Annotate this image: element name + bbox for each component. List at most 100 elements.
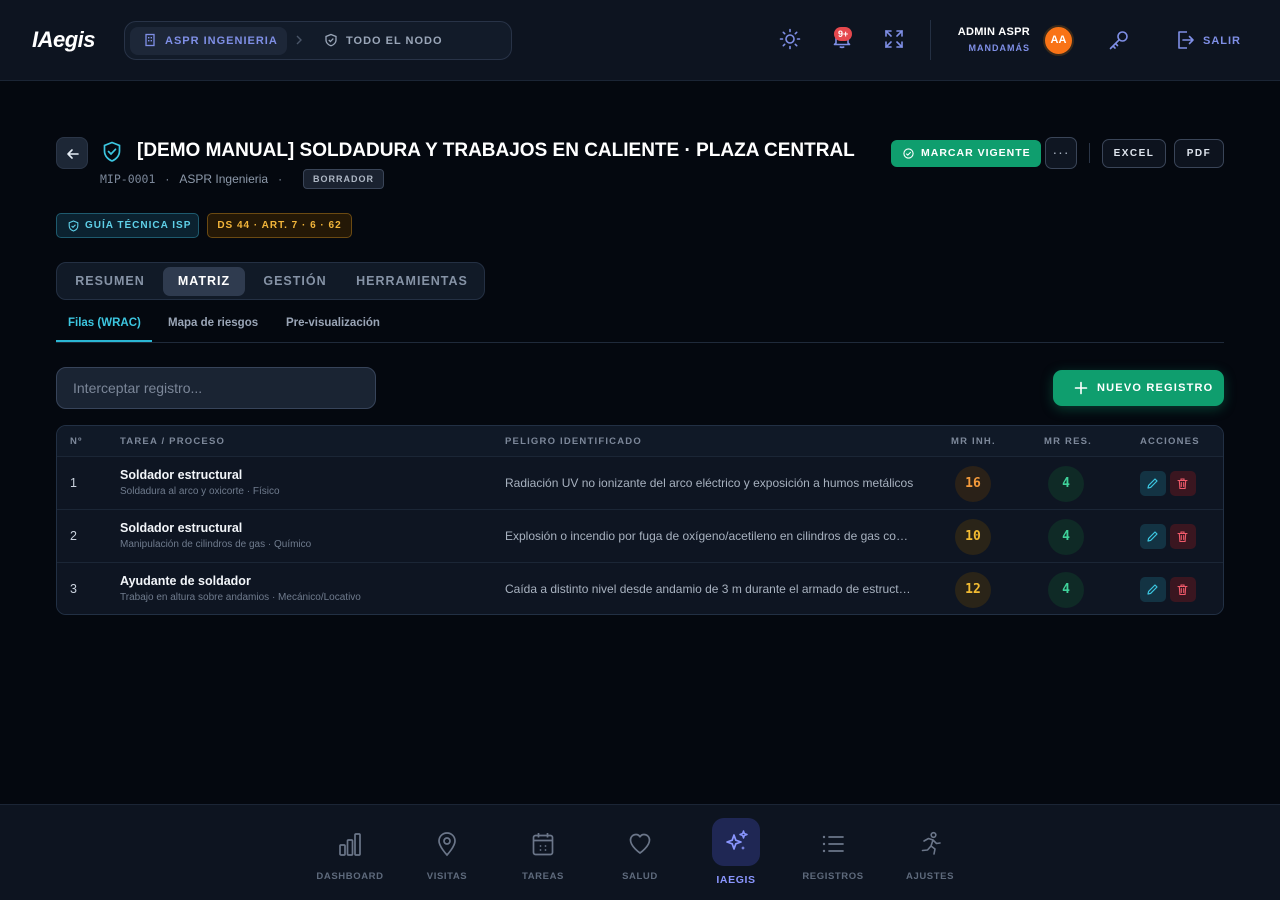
actions-divider bbox=[1089, 143, 1090, 163]
back-button[interactable] bbox=[56, 137, 88, 169]
row-hazard: Caída a distinto nivel desde andamio de … bbox=[505, 582, 917, 596]
row-process: Soldadura al arco y oxicorte · Físico bbox=[120, 486, 280, 497]
subtab-filas[interactable]: Filas (WRAC) bbox=[68, 317, 141, 329]
tag-guia-tecnica: GUÍA TÉCNICA ISP bbox=[56, 213, 199, 238]
header-divider bbox=[930, 20, 931, 60]
breadcrumb-org-label: ASPR INGENIERIA bbox=[165, 35, 278, 47]
shield-icon bbox=[324, 33, 338, 52]
delete-button[interactable] bbox=[1170, 524, 1196, 549]
table-header: Nº TAREA / PROCESO PELIGRO IDENTIFICADO … bbox=[57, 426, 1223, 457]
nav-visitas[interactable]: VISITAS bbox=[402, 805, 492, 900]
trash-icon bbox=[1177, 584, 1188, 596]
mark-vigente-label: MARCAR VIGENTE bbox=[921, 147, 1031, 159]
table-row[interactable]: 2 Soldador estructural Manipulación de c… bbox=[57, 509, 1223, 562]
edit-button[interactable] bbox=[1140, 524, 1166, 549]
inherent-risk-score: 10 bbox=[955, 519, 991, 555]
list-icon bbox=[821, 831, 845, 862]
tab-gestion[interactable]: GESTIÓN bbox=[249, 267, 341, 296]
breadcrumb-scope-label: TODO EL NODO bbox=[346, 35, 443, 47]
col-mr-res: MR RES. bbox=[1044, 436, 1092, 447]
user-name: ADMIN ASPR bbox=[957, 26, 1030, 38]
search-input[interactable] bbox=[56, 367, 376, 409]
delete-button[interactable] bbox=[1170, 471, 1196, 496]
nav-salud[interactable]: SALUD bbox=[595, 805, 685, 900]
calendar-icon bbox=[531, 831, 555, 862]
breadcrumb: ASPR INGENIERIA TODO EL NODO bbox=[124, 21, 512, 60]
row-number: 1 bbox=[70, 476, 77, 490]
tag-guia-label: GUÍA TÉCNICA ISP bbox=[85, 220, 192, 231]
shield-check-icon bbox=[102, 141, 122, 168]
table-row[interactable]: 1 Soldador estructural Soldadura al arco… bbox=[57, 456, 1223, 509]
pencil-icon bbox=[1147, 478, 1158, 489]
edit-button[interactable] bbox=[1140, 577, 1166, 602]
nav-dashboard-label: DASHBOARD bbox=[316, 871, 384, 882]
top-bar: IAegis ASPR INGENIERIA TODO EL NODO 9+ A… bbox=[0, 0, 1280, 81]
nav-tareas[interactable]: TAREAS bbox=[498, 805, 588, 900]
heart-icon bbox=[628, 831, 652, 862]
nav-iaegis[interactable]: IAEGIS bbox=[691, 805, 781, 900]
col-hazard: PELIGRO IDENTIFICADO bbox=[505, 436, 642, 447]
tab-herramientas[interactable]: HERRAMIENTAS bbox=[345, 267, 479, 296]
tab-matriz[interactable]: MATRIZ bbox=[163, 267, 245, 296]
inherent-risk-score: 12 bbox=[955, 572, 991, 608]
subtab-mapa[interactable]: Mapa de riesgos bbox=[168, 317, 258, 329]
row-number: 3 bbox=[70, 582, 77, 596]
col-num: Nº bbox=[70, 436, 83, 447]
nav-ajustes[interactable]: AJUSTES bbox=[885, 805, 975, 900]
breadcrumb-org[interactable]: ASPR INGENIERIA bbox=[130, 27, 287, 55]
avatar[interactable]: AA bbox=[1043, 25, 1074, 56]
check-circle-icon bbox=[903, 148, 914, 159]
subtab-indicator bbox=[56, 340, 152, 342]
plus-icon bbox=[1074, 381, 1088, 395]
row-hazard: Explosión o incendio por fuga de oxígeno… bbox=[505, 529, 917, 543]
bottom-nav: DASHBOARD VISITAS TAREAS SALUD IAEGIS RE… bbox=[0, 804, 1280, 900]
row-process: Trabajo en altura sobre andamios · Mecán… bbox=[120, 592, 361, 603]
table-row[interactable]: 3 Ayudante de soldador Trabajo en altura… bbox=[57, 562, 1223, 614]
residual-risk-score: 4 bbox=[1048, 466, 1084, 502]
new-record-label: NUEVO REGISTRO bbox=[1097, 382, 1214, 394]
runner-icon bbox=[918, 831, 942, 862]
notification-badge: 9+ bbox=[834, 27, 853, 41]
nav-dashboard[interactable]: DASHBOARD bbox=[305, 805, 395, 900]
row-task: Soldador estructural bbox=[120, 468, 243, 482]
document-company: ASPR Ingenieria bbox=[179, 172, 269, 186]
bar-chart-icon bbox=[338, 831, 362, 862]
expand-icon[interactable] bbox=[883, 28, 905, 55]
col-task: TAREA / PROCESO bbox=[120, 436, 226, 447]
shield-icon bbox=[68, 220, 79, 232]
more-options-button[interactable]: ··· bbox=[1045, 137, 1077, 169]
building-icon bbox=[143, 33, 157, 52]
export-pdf-button[interactable]: PDF bbox=[1174, 139, 1224, 168]
risk-matrix-table: Nº TAREA / PROCESO PELIGRO IDENTIFICADO … bbox=[56, 425, 1224, 615]
col-mr-inh: MR INH. bbox=[951, 436, 996, 447]
user-role: MANDAMÁS bbox=[968, 43, 1030, 53]
mark-vigente-button[interactable]: MARCAR VIGENTE bbox=[891, 140, 1041, 167]
export-excel-button[interactable]: EXCEL bbox=[1102, 139, 1166, 168]
new-record-button[interactable]: NUEVO REGISTRO bbox=[1053, 370, 1224, 406]
residual-risk-score: 4 bbox=[1048, 572, 1084, 608]
subtab-preview[interactable]: Pre-visualización bbox=[286, 317, 380, 329]
map-pin-icon bbox=[435, 831, 459, 862]
chevron-right-icon bbox=[294, 33, 304, 52]
nav-visitas-label: VISITAS bbox=[426, 871, 468, 882]
tab-resumen[interactable]: RESUMEN bbox=[61, 267, 159, 296]
logout-button[interactable]: SALIR bbox=[1203, 35, 1241, 47]
key-icon[interactable] bbox=[1107, 28, 1131, 57]
logout-icon[interactable] bbox=[1174, 29, 1196, 56]
main-tabs: RESUMEN MATRIZ GESTIÓN HERRAMIENTAS bbox=[56, 262, 485, 300]
col-actions: ACCIONES bbox=[1140, 436, 1200, 447]
app-logo[interactable]: IAegis bbox=[32, 27, 96, 53]
nav-ajustes-label: AJUSTES bbox=[905, 871, 955, 882]
sparkles-icon bbox=[724, 829, 750, 860]
sun-icon[interactable] bbox=[779, 28, 801, 55]
sub-tabs: Filas (WRAC) Mapa de riesgos Pre-visuali… bbox=[56, 311, 1224, 343]
row-task: Soldador estructural bbox=[120, 521, 243, 535]
page-title: [DEMO MANUAL] SOLDADURA Y TRABAJOS EN CA… bbox=[137, 140, 855, 161]
delete-button[interactable] bbox=[1170, 577, 1196, 602]
pencil-icon bbox=[1147, 531, 1158, 542]
trash-icon bbox=[1177, 478, 1188, 490]
nav-iaegis-label: IAEGIS bbox=[716, 874, 756, 886]
edit-button[interactable] bbox=[1140, 471, 1166, 496]
nav-salud-label: SALUD bbox=[622, 871, 658, 882]
nav-registros[interactable]: REGISTROS bbox=[788, 805, 878, 900]
